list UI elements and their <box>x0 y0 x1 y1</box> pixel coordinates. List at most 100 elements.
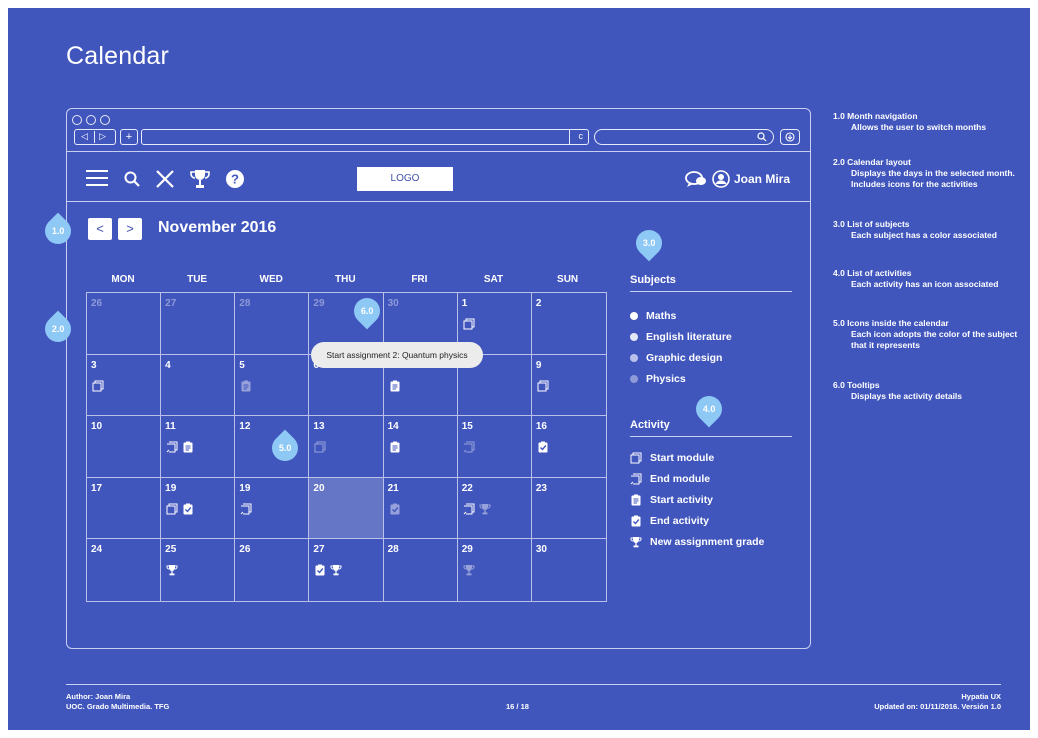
start-activity-icon[interactable] <box>240 380 252 392</box>
activity-item[interactable]: Start module <box>630 447 764 468</box>
download-button[interactable] <box>780 129 800 145</box>
day-number: 26 <box>91 298 103 309</box>
calendar-day-cell[interactable]: 11 <box>161 416 236 478</box>
window-dot[interactable] <box>72 115 82 125</box>
subject-item[interactable]: Graphic design <box>630 347 732 368</box>
footer-org: UOC. Grado Multimedia. TFG <box>66 702 170 711</box>
next-month-button[interactable]: > <box>118 218 142 240</box>
activity-item[interactable]: New assignment grade <box>630 531 764 552</box>
calendar-day-cell[interactable]: 4 <box>161 354 236 417</box>
nav-arrows: ◁ ▷ <box>74 129 116 145</box>
browser-search-field[interactable] <box>594 129 774 145</box>
weekday-label: MON <box>111 274 135 285</box>
calendar-day-cell[interactable]: 15 <box>457 416 532 478</box>
end-module-icon[interactable] <box>166 441 178 453</box>
address-bar[interactable]: c <box>141 129 589 145</box>
day-number: 16 <box>535 421 547 433</box>
trophy-icon[interactable] <box>479 503 491 515</box>
calendar-day-cell[interactable]: 13 <box>309 416 384 478</box>
day-number: 17 <box>91 482 103 494</box>
browser-window: ◁ ▷ + c ? LOGO Joan Mira < > November 20… <box>66 108 811 649</box>
subject-color-dot <box>630 374 638 383</box>
user-icon[interactable] <box>712 170 730 188</box>
calendar-day-cell[interactable]: 17 <box>87 477 162 540</box>
divider <box>569 130 570 144</box>
calendar-day-cell[interactable]: 19 <box>161 477 236 540</box>
start-module-icon[interactable] <box>92 380 104 392</box>
menu-icon[interactable] <box>86 169 108 187</box>
footer-right: Hypatia UX Updated on: 01/11/2016. Versi… <box>874 692 1001 712</box>
calendar-day-cell[interactable]: 24 <box>87 539 162 601</box>
subject-item[interactable]: English literature <box>630 326 732 347</box>
refresh-icon[interactable]: c <box>579 131 584 141</box>
calendar-day-cell[interactable]: 2 <box>531 293 606 355</box>
calendar-day-cell[interactable]: 3 <box>87 354 162 417</box>
calendar-day-cell[interactable]: 27 <box>161 293 236 355</box>
new-tab-button[interactable]: + <box>120 129 138 145</box>
start-activity-icon[interactable] <box>389 441 401 453</box>
prev-month-button[interactable]: < <box>88 218 112 240</box>
start-module-icon[interactable] <box>463 318 475 330</box>
user-name[interactable]: Joan Mira <box>734 172 790 186</box>
trophy-icon[interactable] <box>330 564 342 576</box>
start-activity-icon[interactable] <box>182 441 194 453</box>
day-number: 27 <box>313 544 325 556</box>
end-activity-icon[interactable] <box>389 503 401 515</box>
start-activity-icon[interactable] <box>389 380 401 392</box>
close-icon[interactable] <box>155 169 175 189</box>
header-divider <box>67 201 810 202</box>
calendar-day-cell[interactable]: 21 <box>383 477 458 540</box>
calendar-day-cell[interactable]: 25 <box>161 539 236 601</box>
bubble-label: 5.0 <box>278 443 292 454</box>
forward-button[interactable]: ▷ <box>99 131 106 142</box>
end-module-icon[interactable] <box>240 503 252 515</box>
end-module-icon[interactable] <box>463 503 475 515</box>
note-title: 4.0 List of activities <box>833 268 912 278</box>
calendar-day-cell[interactable]: 5 <box>235 354 310 417</box>
search-icon[interactable] <box>757 132 767 142</box>
calendar-day-cell[interactable]: 14 <box>383 416 458 478</box>
calendar-day-cell[interactable]: 29 <box>458 539 532 601</box>
calendar-day-cell[interactable]: 27 <box>309 539 384 601</box>
calendar-day-cell[interactable]: 19 <box>235 477 310 540</box>
calendar-day-cell[interactable]: 9 <box>531 355 606 417</box>
help-icon[interactable]: ? <box>225 169 245 189</box>
start-module-icon[interactable] <box>537 380 549 392</box>
window-dot[interactable] <box>86 115 96 125</box>
window-dot[interactable] <box>100 115 110 125</box>
start-module-icon[interactable] <box>314 441 326 453</box>
activity-divider <box>630 436 792 437</box>
end-module-icon[interactable] <box>463 441 475 453</box>
calendar-day-cell[interactable]: 22 <box>457 477 532 540</box>
calendar-day-cell[interactable]: 30 <box>532 539 606 601</box>
note-title: 5.0 Icons inside the calendar <box>833 318 949 328</box>
end-activity-icon[interactable] <box>537 441 549 453</box>
calendar-day-cell[interactable]: 26 <box>87 293 162 355</box>
day-activity-icons <box>463 441 475 453</box>
activity-item[interactable]: Start activity <box>630 489 764 510</box>
calendar-day-cell[interactable]: 28 <box>235 293 310 355</box>
day-number: 30 <box>535 544 547 556</box>
day-number: 22 <box>461 482 473 494</box>
weekday-label: SUN <box>557 274 579 285</box>
calendar-day-cell[interactable]: 26 <box>235 539 310 601</box>
calendar-day-cell[interactable]: 10 <box>87 416 162 478</box>
start-module-icon[interactable] <box>166 503 178 515</box>
activity-item[interactable]: End module <box>630 468 764 489</box>
search-icon[interactable] <box>124 171 140 187</box>
activity-item[interactable]: End activity <box>630 510 764 531</box>
calendar-day-cell[interactable]: 28 <box>384 539 458 601</box>
trophy-icon[interactable] <box>190 169 210 189</box>
end-activity-icon[interactable] <box>182 503 194 515</box>
back-button[interactable]: ◁ <box>81 131 88 142</box>
subject-item[interactable]: Maths <box>630 305 732 326</box>
calendar-day-cell[interactable]: 20 <box>309 477 384 540</box>
logo[interactable]: LOGO <box>357 167 453 191</box>
end-activity-icon[interactable] <box>314 564 326 576</box>
subject-item[interactable]: Physics <box>630 368 732 389</box>
calendar-day-cell[interactable]: 16 <box>531 416 606 478</box>
chat-icon[interactable] <box>685 170 707 188</box>
trophy-icon[interactable] <box>166 564 178 576</box>
trophy-icon[interactable] <box>463 564 475 576</box>
calendar-day-cell[interactable]: 23 <box>531 478 606 540</box>
